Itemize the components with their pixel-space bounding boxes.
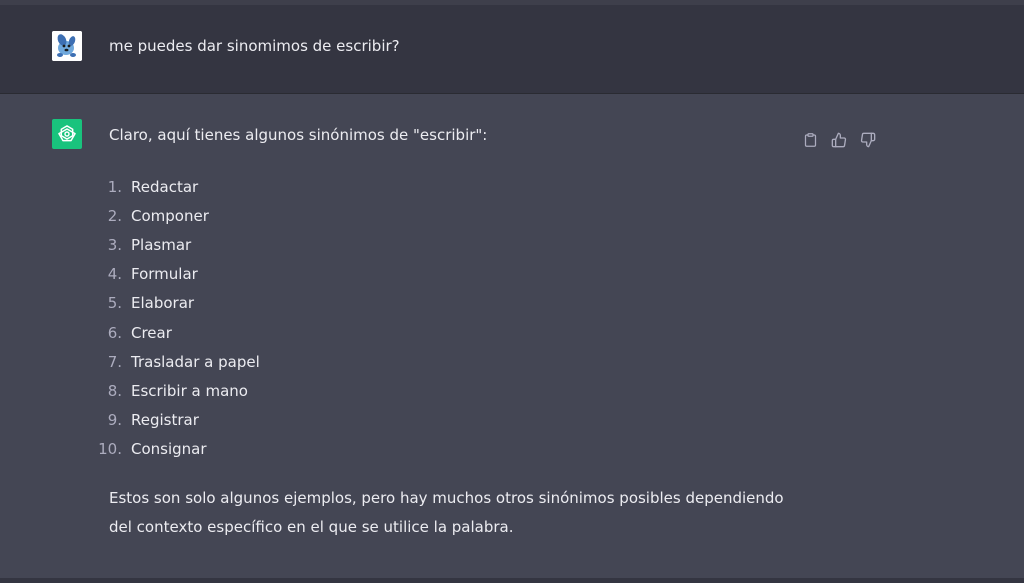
thumbs-up-button[interactable] [830,131,848,149]
list-item: 8. Escribir a mano [90,376,260,405]
list-item-label: Registrar [131,411,199,430]
list-item: 9. Registrar [90,406,260,435]
openai-logo-icon [58,125,76,142]
assistant-message-row: Claro, aquí tienes algunos sinónimos de … [0,94,1024,578]
synonym-list: 1. Redactar 2. Componer 3. Plasmar 4. Formul… [90,172,260,464]
list-item: 3. Plasmar [90,230,260,259]
list-item-number: 6. [107,323,122,342]
copy-button[interactable] [801,131,819,149]
list-item-number: 7. [107,352,122,371]
clipboard-icon [804,133,816,147]
assistant-avatar [52,119,82,149]
user-message-row: me puedes dar sinomimos de escribir? [0,5,1024,94]
list-item: 10. Consignar [90,435,260,464]
thumbs-down-button[interactable] [859,131,877,149]
list-item-label: Consignar [131,440,207,459]
list-item: 5. Elaborar [90,289,260,318]
list-item-number: 10. [98,440,122,459]
list-item: 7. Trasladar a papel [90,347,260,376]
list-item-number: 2. [107,206,122,225]
list-item-label: Escribir a mano [131,381,248,400]
blue-dog-avatar-icon [52,31,82,61]
assistant-outro-text: Estos son solo algunos ejemplos, pero ha… [109,489,784,536]
message-actions [801,131,877,149]
list-item: 1. Redactar [90,172,260,201]
list-item: 2. Componer [90,201,260,230]
thumbs-down-icon [860,132,876,148]
list-item-label: Elaborar [131,294,195,313]
assistant-intro-text: Claro, aquí tienes algunos sinónimos de … [109,126,488,144]
list-item-label: Plasmar [131,235,192,254]
list-item-label: Componer [131,206,209,225]
list-item-label: Trasladar a papel [131,352,260,371]
list-item-number: 1. [107,177,122,196]
list-item: 4. Formular [90,260,260,289]
list-item-label: Crear [131,323,172,342]
thumbs-up-icon [831,132,847,148]
list-item-label: Redactar [131,177,199,196]
list-item: 6. Crear [90,318,260,347]
list-item-number: 9. [107,411,122,430]
list-item-number: 8. [107,381,122,400]
list-item-number: 5. [107,294,122,313]
user-avatar [52,31,82,61]
user-message-text: me puedes dar sinomimos de escribir? [109,37,400,55]
list-item-number: 3. [107,235,122,254]
list-item-label: Formular [131,265,198,284]
bottom-strip [0,578,1024,583]
list-item-number: 4. [107,265,122,284]
